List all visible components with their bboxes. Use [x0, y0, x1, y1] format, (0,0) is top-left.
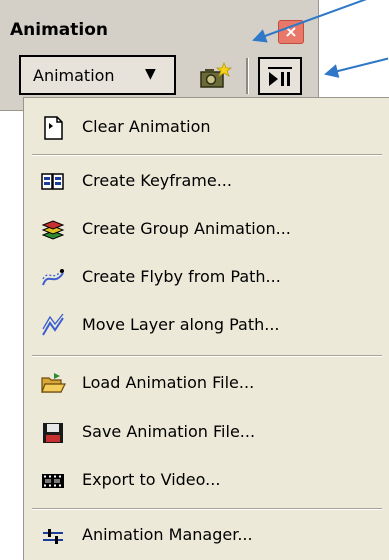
menu-item-save-animation-file[interactable]: Save Animation File...	[24, 413, 389, 453]
menu-divider	[32, 355, 382, 356]
menu-item-label: Animation Manager...	[82, 525, 253, 544]
animation-toolbar: Animation × Animation ▼	[0, 0, 319, 111]
animation-manager-icon	[43, 529, 63, 544]
capture-view-button[interactable]	[198, 61, 233, 91]
menu-item-label: Create Group Animation...	[82, 219, 291, 238]
annotation-arrow-toolbar	[325, 57, 389, 75]
menu-item-create-keyframe[interactable]: Create Keyframe...	[24, 162, 389, 202]
chevron-down-icon: ▼	[145, 66, 156, 82]
film-strip-icon	[42, 474, 64, 488]
menu-divider	[32, 154, 382, 155]
animation-menu: Clear Animation Create Keyframe... Creat…	[23, 97, 389, 560]
save-disk-icon	[43, 423, 63, 443]
open-folder-icon	[41, 373, 66, 393]
menu-item-label: Clear Animation	[82, 117, 211, 136]
menu-item-create-group-animation[interactable]: Create Group Animation...	[24, 210, 389, 250]
menu-item-label: Export to Video...	[82, 470, 221, 489]
animation-dropdown[interactable]: Animation ▼	[19, 55, 176, 95]
menu-item-label: Move Layer along Path...	[82, 315, 280, 334]
keyframe-icon	[41, 173, 64, 190]
clear-animation-icon	[44, 116, 63, 140]
menu-item-clear-animation[interactable]: Clear Animation	[24, 108, 389, 148]
menu-item-export-to-video[interactable]: Export to Video...	[24, 461, 389, 501]
menu-divider	[32, 508, 382, 509]
toolbar-title: Animation	[10, 20, 109, 40]
toolbar-separator	[246, 58, 248, 94]
animation-controls-button[interactable]	[258, 57, 302, 95]
menu-item-move-layer-along-path[interactable]: Move Layer along Path...	[24, 306, 389, 346]
animation-dropdown-label: Animation	[33, 66, 115, 85]
menu-item-load-animation-file[interactable]: Load Animation File...	[24, 364, 389, 404]
menu-item-label: Create Keyframe...	[82, 171, 232, 190]
group-animation-icon	[41, 220, 65, 240]
menu-item-animation-manager[interactable]: Animation Manager...	[24, 516, 389, 556]
menu-item-label: Save Animation File...	[82, 422, 256, 441]
camera-icon	[200, 61, 233, 88]
menu-item-label: Create Flyby from Path...	[82, 267, 281, 286]
menu-item-label: Load Animation File...	[82, 373, 255, 392]
menu-item-create-flyby[interactable]: Create Flyby from Path...	[24, 258, 389, 298]
flyby-icon	[42, 268, 64, 286]
move-layer-path-icon	[42, 313, 64, 336]
play-pause-icon	[268, 67, 292, 86]
